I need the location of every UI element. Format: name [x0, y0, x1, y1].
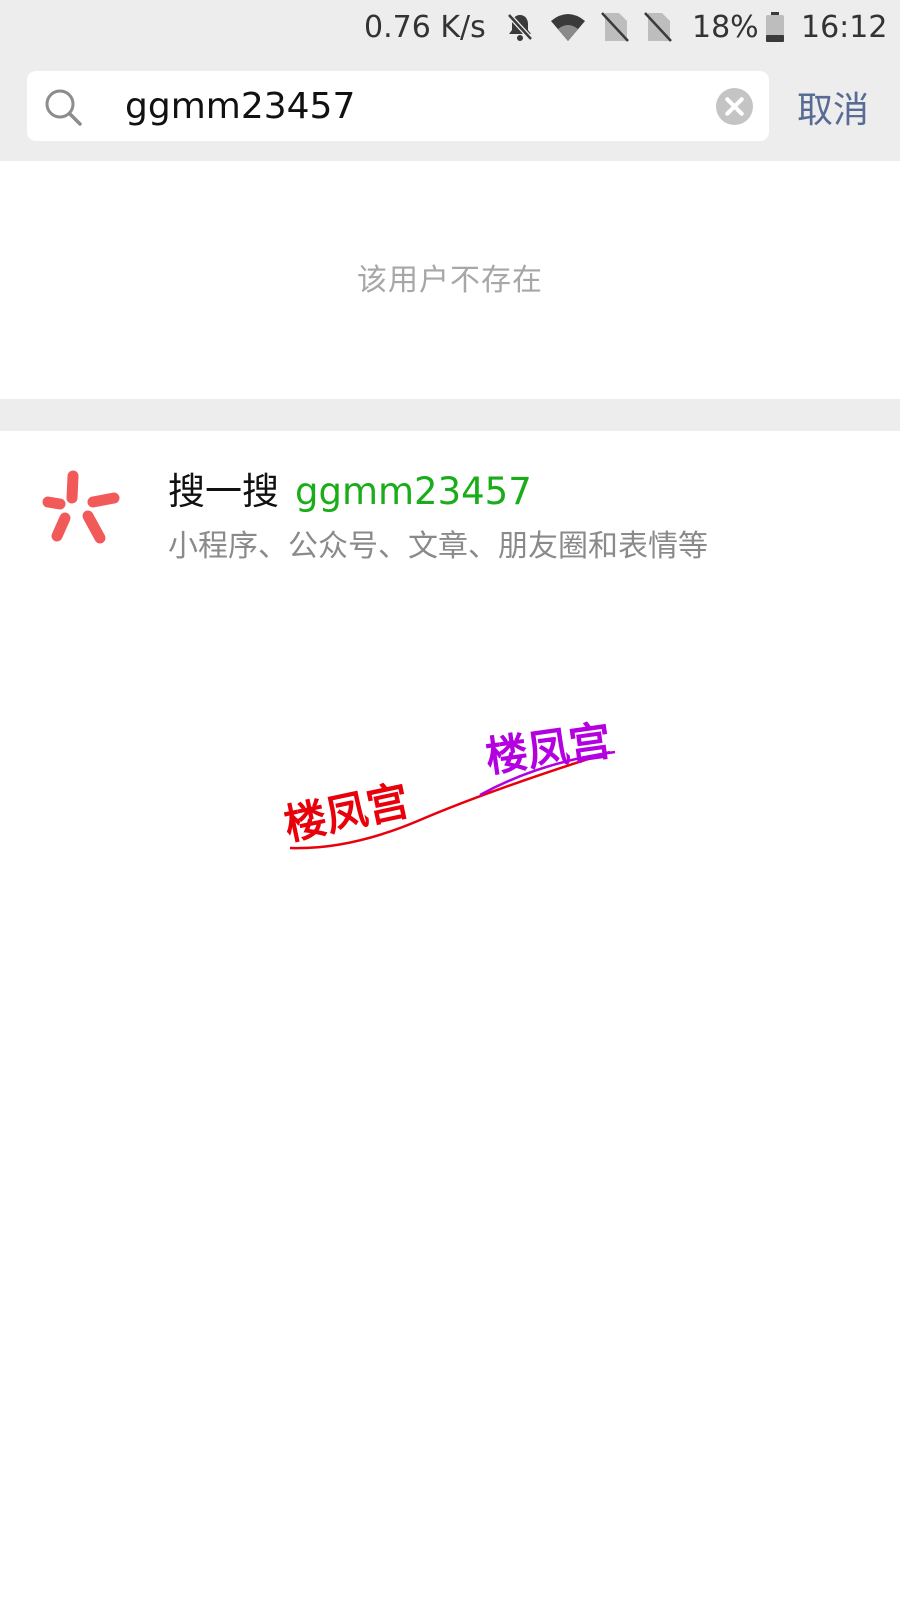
- watermark-text-right: 楼凤宫: [483, 716, 615, 782]
- no-result-section: 该用户不存在: [0, 161, 900, 399]
- section-divider: [0, 399, 900, 431]
- souyisou-prefix: 搜一搜: [168, 470, 279, 513]
- souyisou-subtitle: 小程序、公众号、文章、朋友圈和表情等: [168, 529, 708, 564]
- status-bar: 0.76 K/s 18% 16:12: [0, 0, 900, 54]
- no-sim-icon: [601, 0, 629, 54]
- watermark-text-left: 楼凤宫: [280, 776, 413, 850]
- souyisou-icon: [42, 470, 120, 544]
- search-input[interactable]: [97, 77, 735, 135]
- battery-percent: 18%: [692, 9, 759, 45]
- clock: 16:12: [801, 9, 888, 45]
- wifi-icon: [549, 0, 587, 54]
- souyisou-keyword: ggmm23457: [295, 470, 532, 513]
- network-speed: 0.76 K/s: [364, 9, 486, 45]
- mute-bell-icon: [504, 0, 536, 54]
- header: 0.76 K/s 18% 16:12 ggmm23457 取消: [0, 0, 900, 161]
- watermark: 楼凤宫 楼凤宫: [280, 716, 616, 850]
- cancel-button[interactable]: 取消: [783, 79, 883, 135]
- souyisou-search-row[interactable]: 搜一搜 ggmm23457 小程序、公众号、文章、朋友圈和表情等: [0, 431, 900, 581]
- souyisou-title: 搜一搜 ggmm23457: [168, 461, 532, 515]
- search-icon: [45, 89, 82, 126]
- not-found-message: 该用户不存在: [357, 263, 543, 298]
- search-box[interactable]: [27, 71, 769, 141]
- no-sim-icon: [644, 0, 672, 54]
- clear-icon[interactable]: [716, 88, 753, 125]
- battery-icon: [765, 0, 785, 54]
